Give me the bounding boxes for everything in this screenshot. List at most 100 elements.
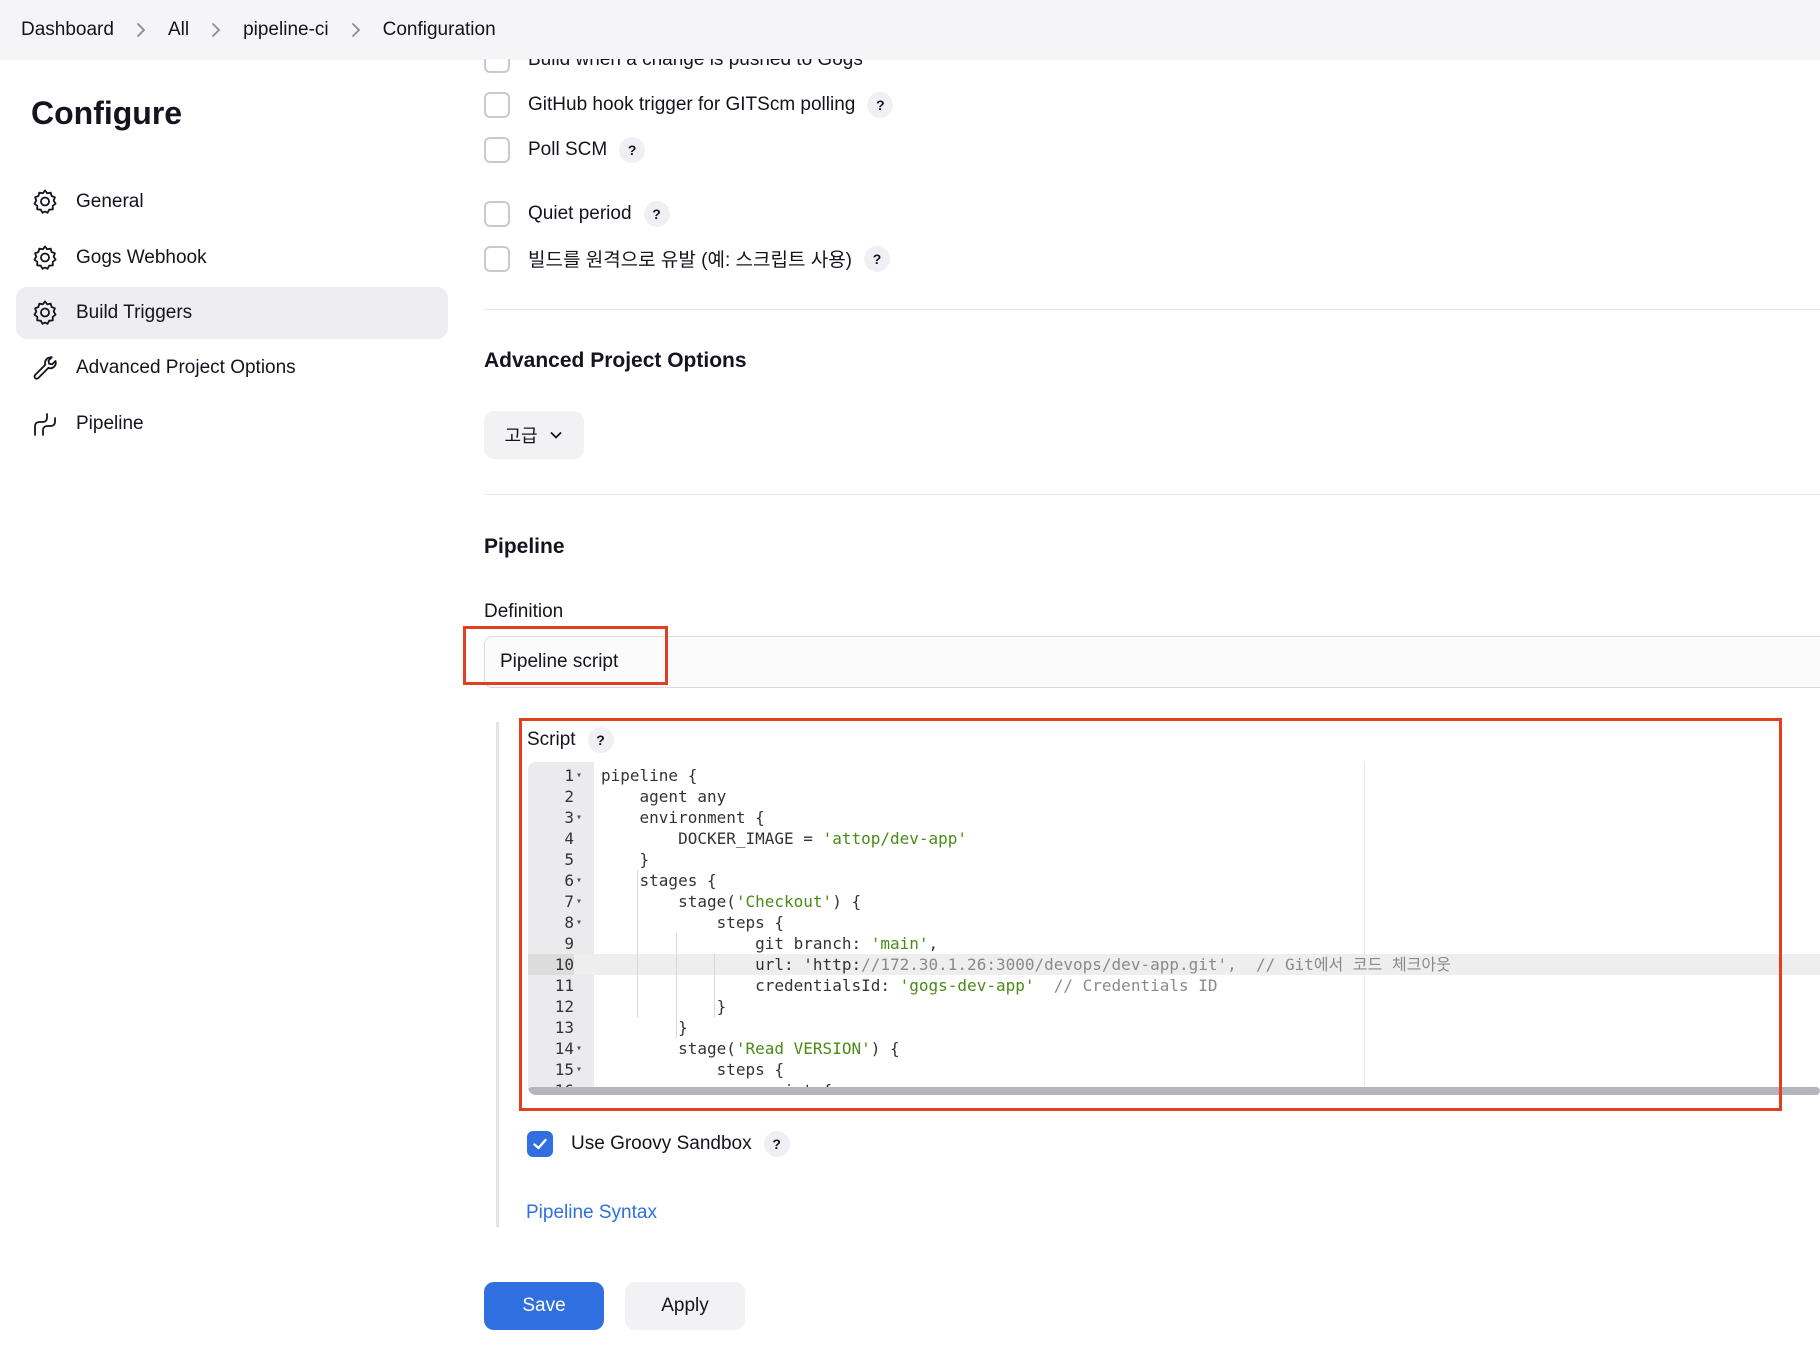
code-text: stages { xyxy=(601,871,717,890)
sidebar-item-label: Build Triggers xyxy=(76,302,193,323)
script-label: Script xyxy=(527,729,576,750)
indent-guide xyxy=(637,870,639,1017)
code-line[interactable]: 11 credentialsId: 'gogs-dev-app' // Cred… xyxy=(528,975,1820,996)
code-line[interactable]: 12 } xyxy=(528,996,1820,1017)
fold-toggle-icon[interactable]: ▾ xyxy=(576,765,588,786)
line-number: 11 xyxy=(554,976,574,995)
sidebar-item-label: General xyxy=(76,191,144,212)
line-number: 6 xyxy=(564,871,574,890)
checkbox[interactable] xyxy=(484,59,510,73)
trigger-remote-build[interactable]: 빌드를 원격으로 유발 (예: 스크립트 사용) ? xyxy=(484,245,891,272)
trigger-github-hook[interactable]: GitHub hook trigger for GITScm polling ? xyxy=(484,92,894,118)
advanced-toggle-button[interactable]: 고급 xyxy=(484,411,584,459)
checkbox[interactable] xyxy=(484,245,510,272)
code-line[interactable]: 4 DOCKER_IMAGE = 'attop/dev-app' xyxy=(528,828,1820,849)
checkbox[interactable] xyxy=(484,137,510,163)
fold-toggle-icon[interactable]: ▾ xyxy=(576,1038,588,1059)
checkbox-checked[interactable] xyxy=(527,1131,553,1157)
code-text: agent any xyxy=(601,787,727,806)
save-button[interactable]: Save xyxy=(484,1282,604,1330)
code-text: steps { xyxy=(601,913,785,932)
main-content: Build when a change is pushed to Gogs Gi… xyxy=(463,0,1820,1372)
breadcrumb-job[interactable]: pipeline-ci xyxy=(243,19,329,41)
fold-toggle-icon[interactable]: ▾ xyxy=(576,1059,588,1080)
sidebar-item-label: Pipeline xyxy=(76,413,144,434)
help-icon[interactable]: ? xyxy=(867,92,894,118)
sidebar-item-advanced-project-options[interactable]: Advanced Project Options xyxy=(16,342,448,394)
trigger-gogs-push[interactable]: Build when a change is pushed to Gogs xyxy=(484,49,863,73)
trigger-label: Poll SCM xyxy=(528,139,608,160)
fold-toggle-icon[interactable]: ▾ xyxy=(576,807,588,828)
divider xyxy=(484,494,1820,495)
trigger-poll-scm[interactable]: Poll SCM ? xyxy=(484,137,646,163)
code-line[interactable]: 5 } xyxy=(528,849,1820,870)
code-line[interactable]: 13 } xyxy=(528,1017,1820,1038)
trigger-quiet-period[interactable]: Quiet period ? xyxy=(484,201,670,227)
breadcrumb-dashboard[interactable]: Dashboard xyxy=(21,19,114,41)
code-line[interactable]: 9 git branch: 'main', xyxy=(528,933,1820,954)
line-number: 13 xyxy=(554,1018,574,1037)
chevron-right-icon xyxy=(130,19,152,41)
advanced-button-label: 고급 xyxy=(504,426,538,446)
code-line[interactable]: 6 ▾ stages { xyxy=(528,870,1820,891)
code-text: stage('Read VERSION') { xyxy=(601,1039,900,1058)
code-line[interactable]: 7 ▾ stage('Checkout') { xyxy=(528,891,1820,912)
chevron-down-icon xyxy=(548,427,564,443)
page-title: Configure xyxy=(31,95,183,131)
code-text: DOCKER_IMAGE = 'attop/dev-app' xyxy=(601,829,968,848)
line-number: 4 xyxy=(564,829,574,848)
trigger-label: GitHub hook trigger for GITScm polling xyxy=(528,94,856,115)
horizontal-scrollbar[interactable] xyxy=(528,1087,1820,1095)
code-text: stage('Checkout') { xyxy=(601,892,862,911)
code-line[interactable]: 8 ▾ steps { xyxy=(528,912,1820,933)
sidebar-item-pipeline[interactable]: Pipeline xyxy=(16,398,448,450)
help-icon[interactable]: ? xyxy=(587,727,614,753)
breadcrumb-all[interactable]: All xyxy=(168,19,189,41)
chevron-right-icon xyxy=(205,19,227,41)
line-number: 7 xyxy=(564,892,574,911)
code-text: git branch: 'main', xyxy=(601,934,939,953)
code-text: credentialsId: 'gogs-dev-app' // Credent… xyxy=(601,976,1218,995)
sidebar-item-build-triggers[interactable]: Build Triggers xyxy=(16,287,448,339)
fold-toggle-icon[interactable]: ▾ xyxy=(576,912,588,933)
definition-value: Pipeline script xyxy=(500,651,619,672)
code-text: } xyxy=(601,850,650,869)
sandbox-label: Use Groovy Sandbox xyxy=(571,1133,752,1154)
code-line[interactable]: 14 ▾ stage('Read VERSION') { xyxy=(528,1038,1820,1059)
line-number: 8 xyxy=(564,913,574,932)
code-line[interactable]: 2 agent any xyxy=(528,786,1820,807)
code-text: pipeline { xyxy=(601,766,698,785)
code-line[interactable]: 1 ▾ pipeline { xyxy=(528,765,1820,786)
code-line[interactable]: 15 ▾ steps { xyxy=(528,1059,1820,1080)
help-icon[interactable]: ? xyxy=(619,137,646,163)
indent-guide xyxy=(714,954,716,1017)
divider xyxy=(484,309,1820,310)
line-number: 10 xyxy=(528,954,574,975)
checkbox[interactable] xyxy=(484,201,510,227)
trigger-label: Build when a change is pushed to Gogs xyxy=(528,49,863,70)
sidebar-item-label: Advanced Project Options xyxy=(76,357,296,378)
help-icon[interactable]: ? xyxy=(763,1131,790,1157)
trigger-label: Quiet period xyxy=(528,203,632,224)
code-line[interactable]: 3 ▾ environment { xyxy=(528,807,1820,828)
line-number: 12 xyxy=(554,997,574,1016)
section-title-advanced: Advanced Project Options xyxy=(484,349,747,372)
fold-toggle-icon[interactable]: ▾ xyxy=(576,891,588,912)
script-editor[interactable]: 1 ▾ pipeline {2 agent any 3 ▾ environment {4… xyxy=(528,762,1820,1095)
definition-select[interactable]: Pipeline script xyxy=(484,636,1820,688)
code-line[interactable]: 10 url: 'http://172.30.1.26:3000/devops/… xyxy=(528,954,1820,975)
fold-toggle-icon[interactable]: ▾ xyxy=(576,870,588,891)
checkmark-icon xyxy=(533,1138,547,1150)
chevron-right-icon xyxy=(345,19,367,41)
pipeline-syntax-link[interactable]: Pipeline Syntax xyxy=(526,1202,657,1224)
apply-button[interactable]: Apply xyxy=(625,1282,745,1330)
sidebar-item-gogs-webhook[interactable]: Gogs Webhook xyxy=(16,232,448,284)
definition-label: Definition xyxy=(484,601,564,622)
indent-guide xyxy=(675,933,677,1038)
sandbox-option[interactable]: Use Groovy Sandbox ? xyxy=(527,1131,790,1157)
sidebar-item-general[interactable]: General xyxy=(16,176,448,228)
help-icon[interactable]: ? xyxy=(643,201,670,227)
breadcrumb-configuration[interactable]: Configuration xyxy=(383,19,496,41)
help-icon[interactable]: ? xyxy=(864,245,891,272)
checkbox[interactable] xyxy=(484,92,510,118)
